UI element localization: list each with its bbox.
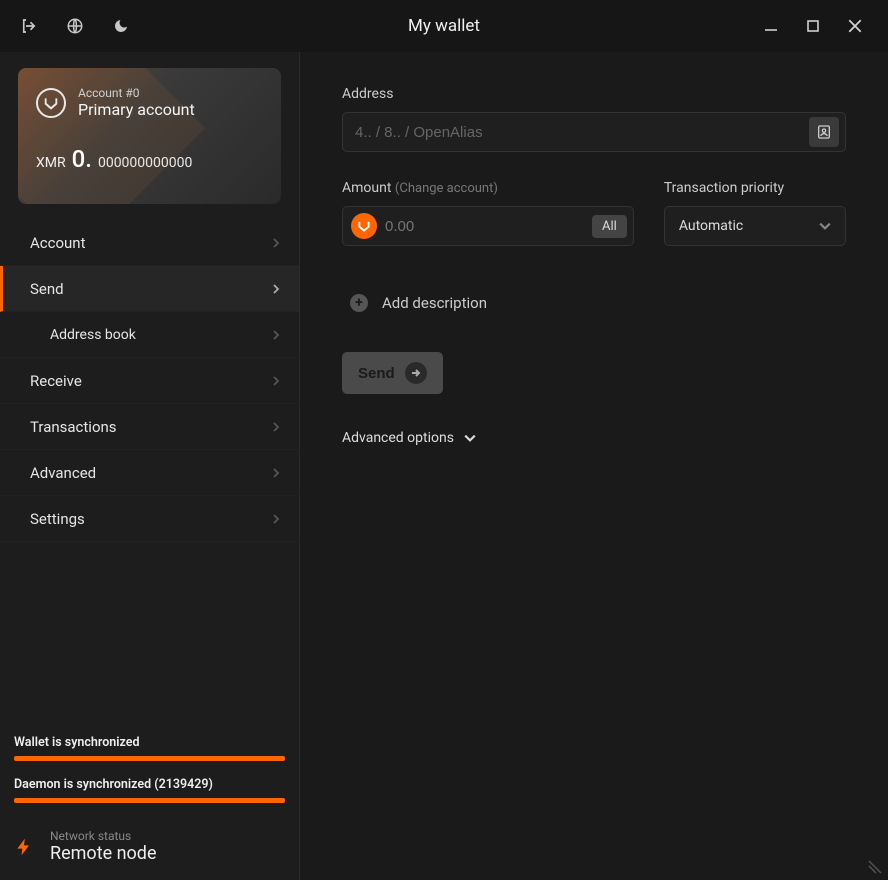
network-status-value: Remote node	[50, 843, 157, 864]
sidebar-item-label: Transactions	[30, 418, 117, 436]
main-panel: Address Amount (Change account) All	[300, 52, 888, 880]
sidebar-item-transactions[interactable]: Transactions	[0, 404, 299, 450]
close-button[interactable]	[840, 11, 870, 41]
address-input[interactable]	[355, 124, 809, 141]
amount-input-wrap: All	[342, 206, 634, 246]
account-number: Account #0	[78, 86, 195, 100]
advanced-options-toggle[interactable]: Advanced options	[342, 430, 846, 446]
amount-input[interactable]	[385, 218, 584, 235]
send-button[interactable]: Send	[342, 352, 443, 394]
chevron-right-icon	[271, 422, 281, 432]
titlebar-left	[0, 15, 132, 37]
monero-badge-icon	[351, 213, 377, 239]
address-input-wrap	[342, 112, 846, 152]
sidebar-item-label: Advanced	[30, 464, 96, 482]
monero-logo-icon	[36, 88, 66, 118]
daemon-sync-bar	[14, 798, 285, 803]
wallet-sync-label: Wallet is synchronized	[14, 735, 285, 750]
window-title: My wallet	[408, 16, 480, 36]
chevron-right-icon	[271, 514, 281, 524]
minimize-button[interactable]	[756, 11, 786, 41]
sidebar-item-account[interactable]: Account	[0, 220, 299, 266]
arrow-right-icon	[405, 362, 427, 384]
account-name: Primary account	[78, 100, 195, 119]
sidebar-item-receive[interactable]: Receive	[0, 358, 299, 404]
moon-icon[interactable]	[110, 15, 132, 37]
account-card[interactable]: Account #0 Primary account XMR 0. 000000…	[18, 68, 281, 204]
resize-grip-icon[interactable]	[868, 860, 882, 874]
sidebar-item-address-book[interactable]: Address book	[0, 312, 299, 358]
add-description-button[interactable]: + Add description	[342, 294, 846, 312]
sidebar-item-label: Receive	[30, 372, 82, 390]
sidebar-item-label: Account	[30, 234, 86, 252]
priority-value: Automatic	[679, 218, 743, 234]
plus-icon: +	[350, 294, 368, 312]
sidebar-item-send[interactable]: Send	[0, 266, 299, 312]
sidebar-nav: Account Send Address book Receive	[0, 220, 299, 542]
address-label: Address	[342, 86, 846, 102]
network-status-caption: Network status	[50, 829, 157, 843]
sidebar-item-label: Send	[30, 280, 64, 298]
network-status[interactable]: Network status Remote node	[0, 819, 299, 880]
window-controls	[756, 11, 888, 41]
maximize-button[interactable]	[798, 11, 828, 41]
balance-decimal: 000000000000	[98, 155, 192, 171]
chevron-right-icon	[271, 468, 281, 478]
chevron-right-icon	[271, 238, 281, 248]
chevron-right-icon	[271, 376, 281, 386]
sidebar-item-advanced[interactable]: Advanced	[0, 450, 299, 496]
priority-label: Transaction priority	[664, 180, 846, 196]
priority-select[interactable]: Automatic	[664, 206, 846, 246]
chevron-down-icon	[464, 432, 476, 444]
sidebar-item-label: Settings	[30, 510, 85, 528]
sidebar: Account #0 Primary account XMR 0. 000000…	[0, 52, 300, 880]
chevron-right-icon	[271, 284, 281, 294]
daemon-sync-label: Daemon is synchronized (2139429)	[14, 777, 285, 792]
change-account-link[interactable]: (Change account)	[395, 181, 498, 196]
sidebar-item-settings[interactable]: Settings	[0, 496, 299, 542]
address-book-button[interactable]	[809, 117, 839, 147]
all-button[interactable]: All	[592, 215, 627, 238]
chevron-right-icon	[271, 330, 281, 340]
balance-currency: XMR	[36, 155, 66, 171]
wallet-sync-bar	[14, 756, 285, 761]
globe-icon[interactable]	[64, 15, 86, 37]
balance-integer: 0.	[72, 145, 92, 173]
titlebar: My wallet	[0, 0, 888, 52]
amount-label: Amount (Change account)	[342, 180, 634, 196]
bolt-icon	[14, 833, 34, 861]
logout-icon[interactable]	[18, 15, 40, 37]
sidebar-item-label: Address book	[50, 327, 136, 343]
sync-status: Wallet is synchronized Daemon is synchro…	[0, 723, 299, 819]
chevron-down-icon	[819, 220, 831, 232]
